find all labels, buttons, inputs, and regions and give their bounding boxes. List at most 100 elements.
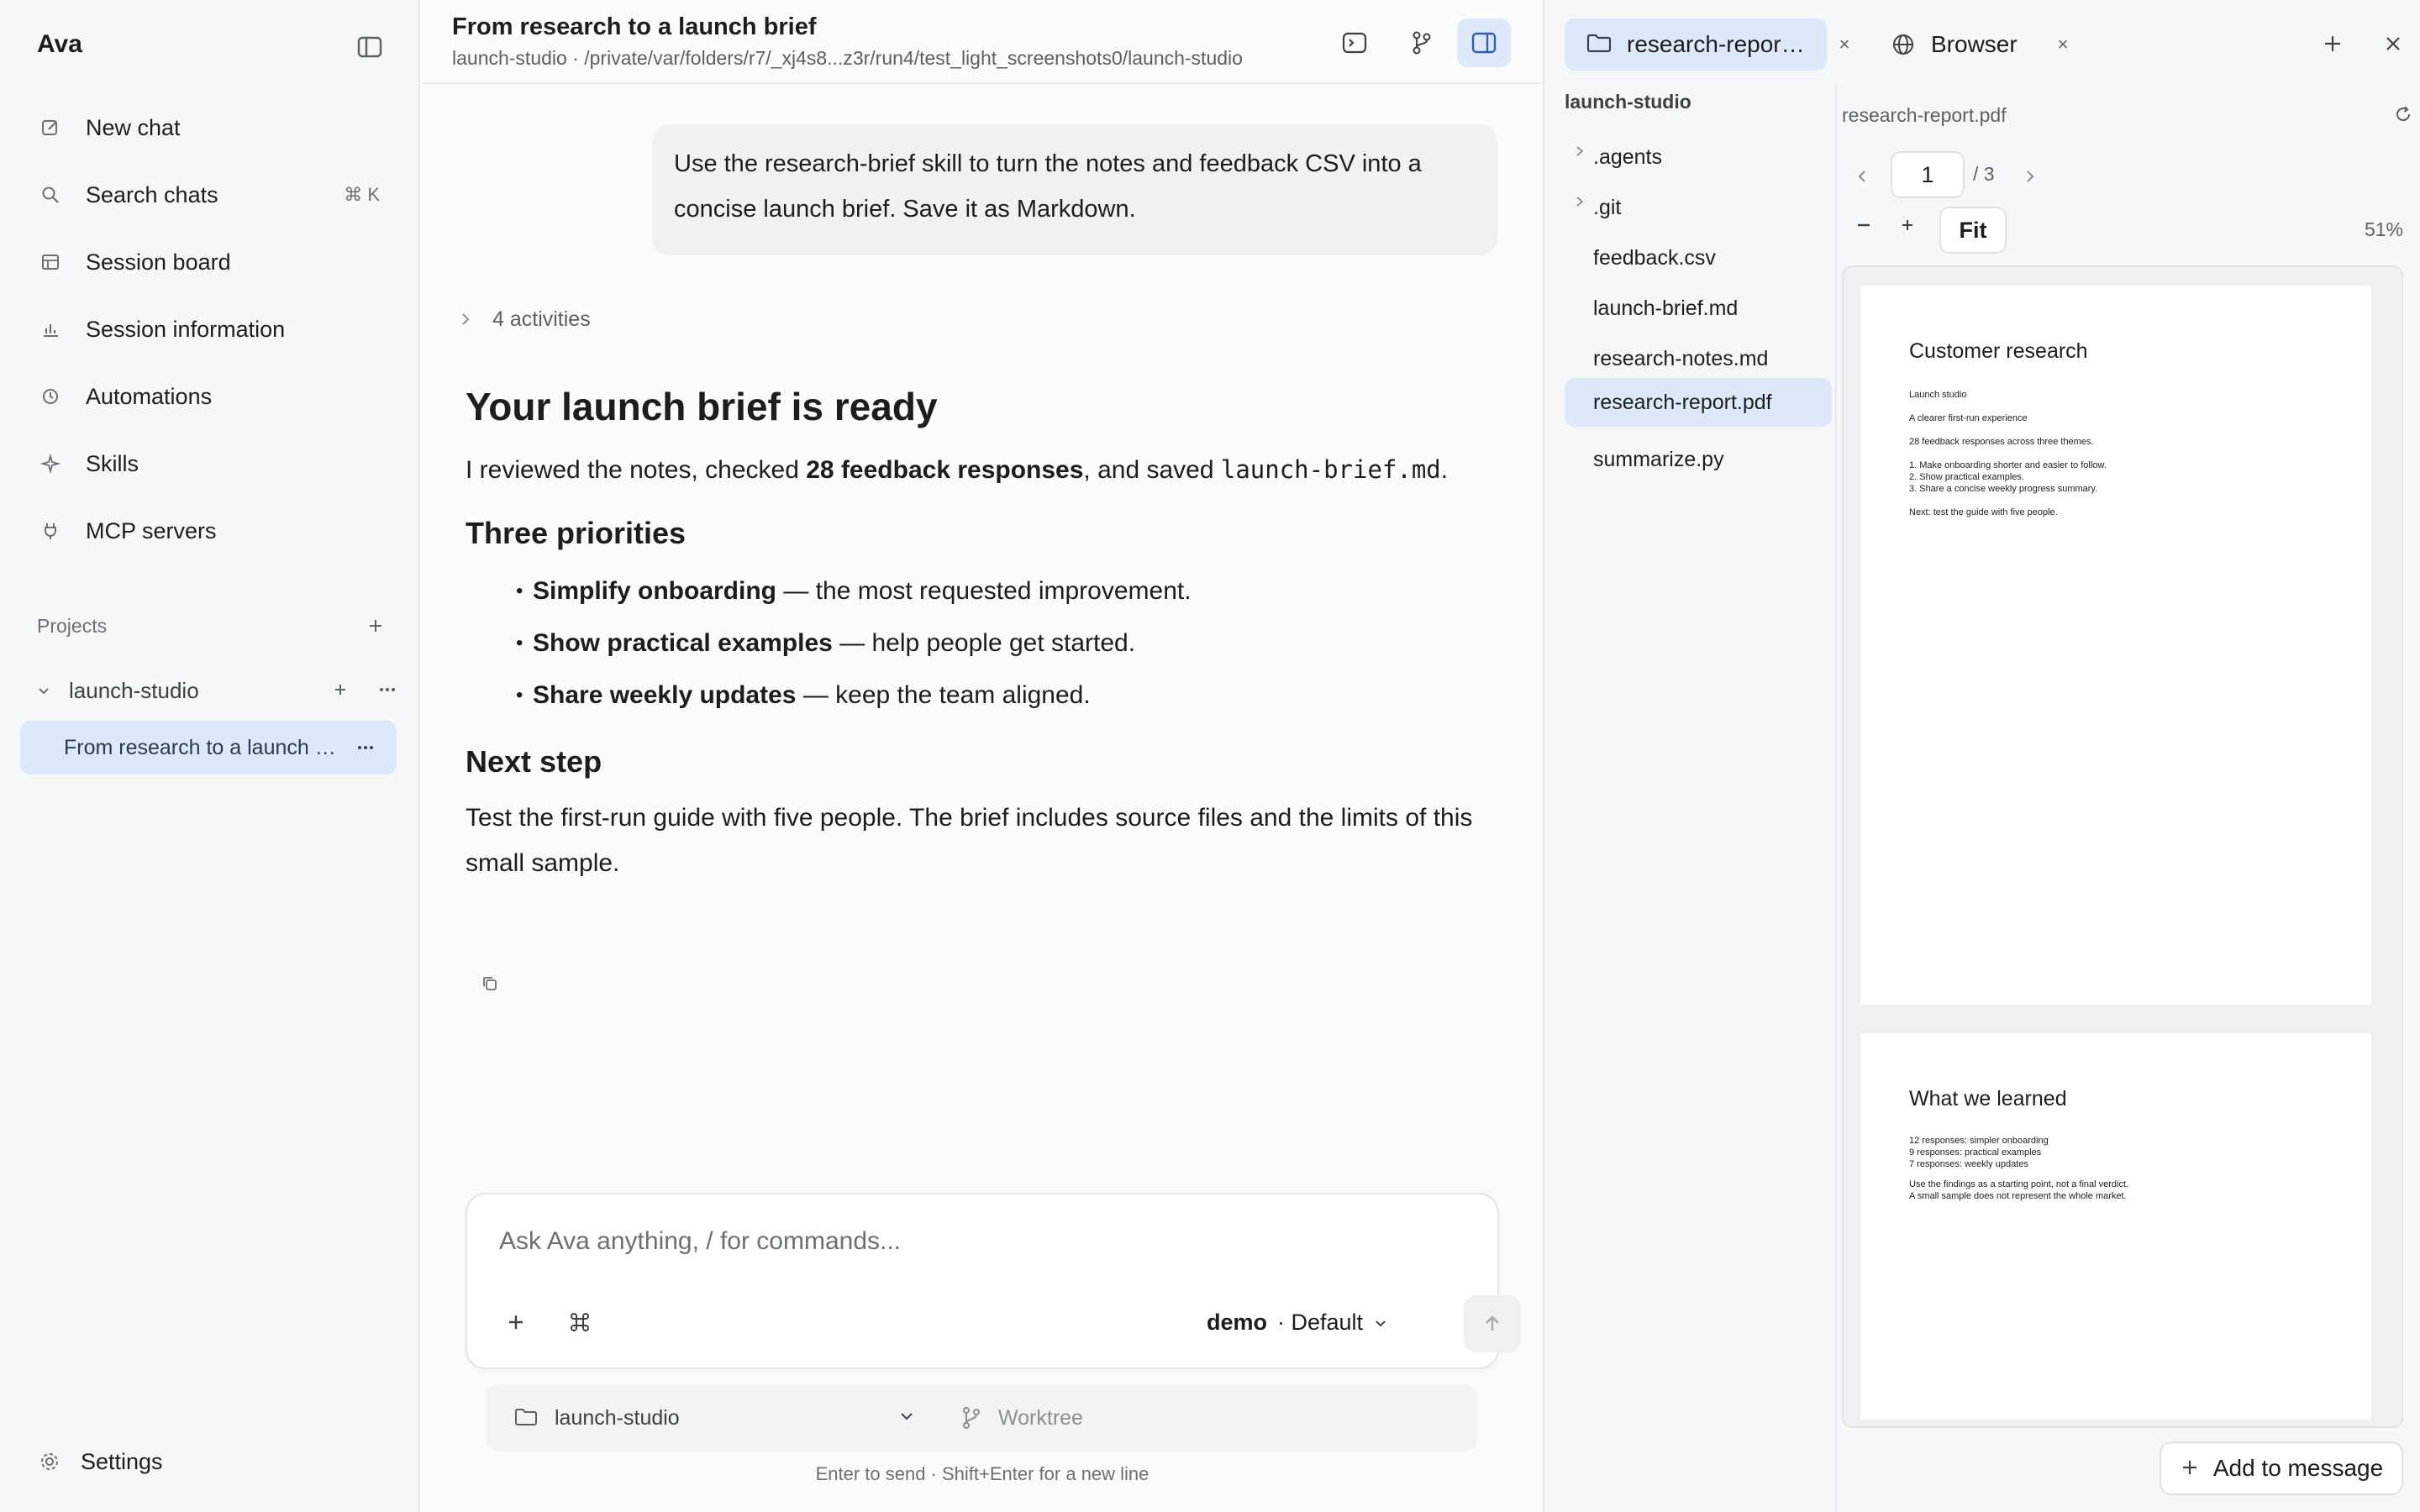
tab-browser[interactable]: Browser: [1891, 18, 2018, 71]
pdf-line: 1. Make onboarding shorter and easier to…: [1909, 460, 2107, 470]
pdf-page-1: Customer research Launch studio A cleare…: [1860, 286, 2371, 1005]
activities-toggle[interactable]: 4 activities: [455, 304, 591, 334]
board-icon: [39, 250, 62, 274]
project-selector[interactable]: launch-studio: [514, 1401, 680, 1435]
send-button[interactable]: [1464, 1295, 1521, 1352]
tree-item-git[interactable]: .git: [1565, 183, 1832, 232]
pdf-line: Use the findings as a starting point, no…: [1909, 1179, 2129, 1189]
session-item-active[interactable]: From research to a launch brief: [20, 721, 397, 774]
nav-label: MCP servers: [86, 517, 217, 543]
prev-page-icon[interactable]: [1850, 165, 1874, 188]
gear-icon: [39, 1451, 60, 1473]
next-page-icon[interactable]: [2018, 165, 2042, 188]
pdf-line: A clearer first-run experience: [1909, 413, 2028, 423]
sidebar: Ava New chat Search chats ⌘ K Session bo…: [0, 0, 420, 1512]
session-more-icon[interactable]: [351, 733, 380, 762]
tree-item-research-notes[interactable]: research-notes.md: [1565, 334, 1832, 383]
tree-item-agents[interactable]: .agents: [1565, 133, 1832, 181]
nav-session-board[interactable]: Session board: [20, 228, 400, 296]
terminal-icon[interactable]: [1331, 22, 1378, 64]
git-branch-icon: [961, 1406, 985, 1430]
chat-header: From research to a launch brief launch-s…: [422, 0, 1543, 84]
worktree-toggle[interactable]: Worktree: [961, 1401, 1083, 1435]
list-item: Simplify onboarding — the most requested…: [466, 565, 1499, 617]
globe-icon: [1891, 32, 1916, 57]
nav-label: Search chats: [86, 181, 218, 207]
user-message: Use the research-brief skill to turn the…: [652, 124, 1497, 255]
folder-icon: [1586, 32, 1612, 57]
plug-icon: [39, 519, 62, 543]
nav-session-information[interactable]: Session information: [20, 296, 400, 363]
projects-label: Projects: [37, 614, 108, 637]
pdf-pages[interactable]: Customer research Launch studio A cleare…: [1842, 265, 2403, 1428]
pdf-line: 3. Share a concise weekly progress summa…: [1909, 484, 2098, 494]
nav-automations[interactable]: Automations: [20, 363, 400, 430]
model-selector[interactable]: demo · Default: [1207, 1305, 1392, 1339]
nav-label: Automations: [86, 383, 213, 409]
shortcut-hint: ⌘ K: [344, 184, 380, 205]
nav-skills[interactable]: Skills: [20, 430, 400, 497]
message-input[interactable]: [499, 1223, 1465, 1260]
zoom-out-icon[interactable]: [1847, 208, 1881, 242]
git-branch-icon[interactable]: [1398, 22, 1445, 64]
response-count: 28 feedback responses: [806, 456, 1084, 484]
new-session-icon[interactable]: [326, 675, 355, 704]
model-mode: · Default: [1277, 1309, 1364, 1335]
search-icon: [39, 183, 62, 207]
project-more-icon[interactable]: [373, 675, 402, 704]
tree-item-launch-brief[interactable]: launch-brief.md: [1565, 284, 1832, 333]
add-to-message-label: Add to message: [2212, 1455, 2384, 1481]
refresh-icon[interactable]: [2390, 101, 2417, 128]
chevron-right-icon: [1573, 144, 1590, 161]
activities-label: 4 activities: [492, 307, 591, 331]
composer: demo · Default: [466, 1193, 1521, 1369]
copy-icon[interactable]: [476, 969, 504, 998]
worktree-label: Worktree: [998, 1405, 1083, 1430]
chevron-right-icon: [1573, 195, 1590, 212]
close-icon[interactable]: ×: [2052, 34, 2074, 55]
nav-new-chat[interactable]: New chat: [20, 94, 400, 161]
plus-icon: [2180, 1457, 2202, 1479]
page-number-input[interactable]: [1891, 151, 1965, 198]
folder-icon: [514, 1407, 538, 1429]
settings-button[interactable]: Settings: [39, 1445, 163, 1478]
panel-toggle-icon[interactable]: [1457, 18, 1511, 67]
nav-label: Session information: [86, 316, 286, 342]
chevron-down-icon[interactable]: [897, 1406, 919, 1428]
tab-research-report[interactable]: research-report...: [1565, 18, 1827, 71]
add-project-icon[interactable]: [361, 612, 390, 640]
new-tab-icon[interactable]: [2316, 27, 2349, 60]
tree-item-research-report[interactable]: research-report.pdf: [1565, 378, 1832, 427]
session-title: From research to a launch brief: [64, 735, 345, 759]
tree-item-feedback-csv[interactable]: feedback.csv: [1565, 234, 1832, 282]
sidebar-toggle-icon[interactable]: [351, 32, 388, 62]
nav-mcp-servers[interactable]: MCP servers: [20, 497, 400, 564]
chart-icon: [39, 318, 62, 341]
pdf-page-heading: What we learned: [1909, 1087, 2067, 1110]
answer-intro: I reviewed the notes, checked 28 feedbac…: [466, 455, 1449, 484]
tree-item-summarize-py[interactable]: summarize.py: [1565, 435, 1832, 484]
chat-title: From research to a launch brief: [452, 13, 817, 40]
page-total: / 3: [1973, 163, 1995, 185]
settings-label: Settings: [81, 1448, 163, 1474]
nav-label: Skills: [86, 450, 139, 476]
pdf-line: Launch studio: [1909, 390, 1967, 400]
tree-item-label: launch-brief.md: [1593, 296, 1739, 320]
tree-item-label: research-report.pdf: [1593, 390, 1772, 414]
close-icon[interactable]: ×: [1833, 34, 1855, 55]
zoom-in-icon[interactable]: [1891, 208, 1924, 242]
sidebar-nav: New chat Search chats ⌘ K Session board …: [20, 94, 400, 564]
project-row[interactable]: launch-studio: [20, 672, 400, 709]
nav-label: Session board: [86, 249, 231, 275]
nav-search-chats[interactable]: Search chats ⌘ K: [20, 161, 400, 228]
projects-header: Projects: [37, 612, 390, 640]
command-icon[interactable]: [561, 1304, 598, 1341]
pdf-viewer: research-report.pdf / 3 Fit 51% Customer…: [1839, 84, 2420, 1512]
close-panel-icon[interactable]: [2376, 27, 2410, 60]
zoom-level: 51%: [2364, 218, 2403, 240]
fit-button[interactable]: Fit: [1939, 207, 2007, 254]
attach-plus-icon[interactable]: [497, 1304, 534, 1341]
file-tree: launch-studio .agents .git feedback.csv …: [1544, 84, 1837, 1512]
chevron-down-icon[interactable]: [32, 683, 55, 698]
add-to-message-button[interactable]: Add to message: [2160, 1441, 2403, 1495]
